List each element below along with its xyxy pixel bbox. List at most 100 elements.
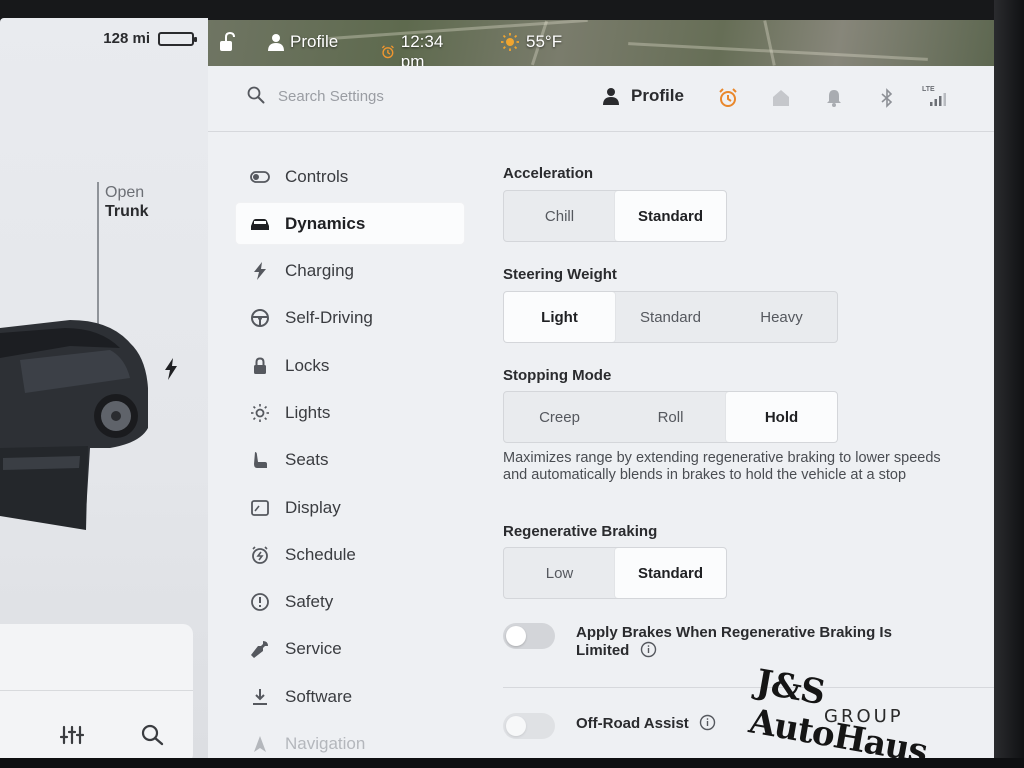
stopping-option-creep[interactable]: Creep — [504, 392, 615, 442]
regen-option-low[interactable]: Low — [504, 548, 615, 598]
stopping-option-roll[interactable]: Roll — [615, 392, 726, 442]
nav-item-lights[interactable]: Lights — [236, 392, 464, 433]
open-trunk-button[interactable]: Open Trunk — [105, 183, 149, 221]
nav-item-charging[interactable]: Charging — [236, 251, 464, 292]
battery-icon — [158, 31, 197, 46]
bolt-icon — [254, 262, 266, 281]
watermark-group: GROUP — [824, 706, 904, 727]
info-icon[interactable] — [640, 641, 657, 658]
charge-port-bolt-icon[interactable] — [163, 358, 179, 380]
acceleration-title: Acceleration — [503, 165, 594, 182]
steering-option-heavy[interactable]: Heavy — [726, 292, 837, 342]
seat-icon — [254, 452, 267, 469]
dealer-watermark: J&S AutoHaus GROUP — [746, 662, 980, 768]
alarm-clock-icon — [381, 45, 394, 59]
apply-brakes-label-row: Apply Brakes When Regenerative Braking I… — [576, 624, 916, 659]
nav-item-service[interactable]: Service — [236, 629, 464, 670]
off-road-assist-label-row: Off-Road Assist — [576, 714, 716, 732]
nav-item-self-driving[interactable]: Self-Driving — [236, 298, 464, 339]
alarm-clock-icon[interactable] — [718, 88, 738, 108]
nav-label: Dynamics — [285, 213, 366, 233]
steering-wheel-icon — [251, 309, 269, 328]
nav-label: Self-Driving — [285, 308, 373, 328]
screen-bezel-right — [994, 0, 1024, 768]
nav-item-schedule[interactable]: Schedule — [236, 534, 464, 575]
download-icon — [253, 688, 267, 705]
quick-controls-card — [0, 624, 193, 764]
bluetooth-icon[interactable] — [877, 88, 897, 108]
nav-item-locks[interactable]: Locks — [236, 345, 464, 386]
nav-item-safety[interactable]: Safety — [236, 582, 464, 623]
steering-weight-segmented-control: Light Standard Heavy — [503, 291, 838, 343]
toggle-knob — [506, 716, 526, 736]
schedule-icon — [252, 546, 268, 564]
screen-bezel-bottom — [0, 758, 1024, 768]
regenerative-braking-title: Regenerative Braking — [503, 523, 658, 540]
search-settings-input[interactable] — [278, 84, 498, 108]
trunk-label-trunk: Trunk — [105, 203, 149, 220]
cellular-signal: LTE — [922, 86, 950, 108]
map-road — [628, 42, 928, 61]
nav-label: Software — [285, 686, 353, 706]
toggle-knob — [506, 626, 526, 646]
status-temperature: 55°F — [526, 32, 563, 51]
off-road-assist-toggle[interactable] — [503, 713, 555, 739]
unlock-icon[interactable] — [218, 32, 236, 52]
sliders-icon[interactable] — [60, 724, 84, 746]
sun-icon — [251, 403, 269, 422]
apply-brakes-label: Apply Brakes When Regenerative Braking I… — [576, 624, 892, 659]
settings-nav: Controls Dynamics Charging Self-Driving … — [236, 156, 464, 768]
nav-item-seats[interactable]: Seats — [236, 440, 464, 481]
profile-button[interactable]: Profile — [603, 86, 684, 106]
signal-bars-icon — [930, 93, 946, 106]
car-image — [0, 320, 148, 530]
car-visualization-panel: 128 mi Open Trunk — [0, 18, 208, 764]
nav-label: Schedule — [285, 544, 356, 564]
stopping-mode-title: Stopping Mode — [503, 367, 612, 384]
nav-label: Charging — [285, 261, 354, 281]
lock-icon — [254, 357, 266, 374]
status-profile-label: Profile — [290, 32, 339, 51]
alert-icon — [251, 593, 269, 612]
nav-item-dynamics[interactable]: Dynamics — [236, 203, 464, 245]
steering-weight-title: Steering Weight — [503, 266, 617, 283]
status-weather: 55°F — [500, 32, 562, 52]
acceleration-option-chill[interactable]: Chill — [504, 191, 615, 241]
steering-option-light[interactable]: Light — [504, 292, 615, 342]
bell-icon[interactable] — [824, 88, 844, 108]
map-road — [763, 20, 776, 66]
apply-brakes-toggle[interactable] — [503, 623, 555, 649]
nav-label: Controls — [285, 166, 349, 186]
status-profile[interactable]: Profile — [268, 32, 338, 52]
status-bar: Profile 12:34 pm 55°F — [208, 20, 994, 66]
nav-item-software[interactable]: Software — [236, 676, 464, 717]
acceleration-option-standard[interactable]: Standard — [615, 191, 726, 241]
wrench-icon — [251, 641, 268, 659]
status-clock: 12:34 pm — [381, 32, 450, 66]
settings-panel: Profile LTE Controls Dynamics — [208, 66, 994, 760]
car-icon — [251, 218, 269, 230]
person-icon — [603, 88, 619, 105]
steering-option-standard[interactable]: Standard — [615, 292, 726, 342]
screen-bezel-top — [0, 0, 1024, 20]
homelink-icon[interactable] — [771, 88, 791, 108]
stopping-option-hold[interactable]: Hold — [726, 392, 837, 442]
off-road-assist-label: Off-Road Assist — [576, 715, 689, 732]
regen-option-standard[interactable]: Standard — [615, 548, 726, 598]
info-icon[interactable] — [699, 714, 716, 731]
quick-controls-divider — [0, 690, 193, 691]
profile-label: Profile — [631, 86, 684, 105]
nav-label: Safety — [285, 592, 334, 612]
navigation-icon — [254, 736, 266, 753]
sun-icon — [501, 33, 519, 51]
search-icon — [247, 86, 265, 104]
nav-label: Seats — [285, 450, 329, 470]
nav-item-controls[interactable]: Controls — [236, 156, 464, 197]
nav-label: Service — [285, 639, 342, 659]
search-icon[interactable] — [141, 724, 165, 746]
nav-item-display[interactable]: Display — [236, 487, 464, 528]
display-icon — [251, 499, 269, 516]
regenerative-braking-segmented-control: Low Standard — [503, 547, 727, 599]
settings-header: Profile LTE — [208, 66, 994, 132]
stopping-mode-segmented-control: Creep Roll Hold — [503, 391, 838, 443]
